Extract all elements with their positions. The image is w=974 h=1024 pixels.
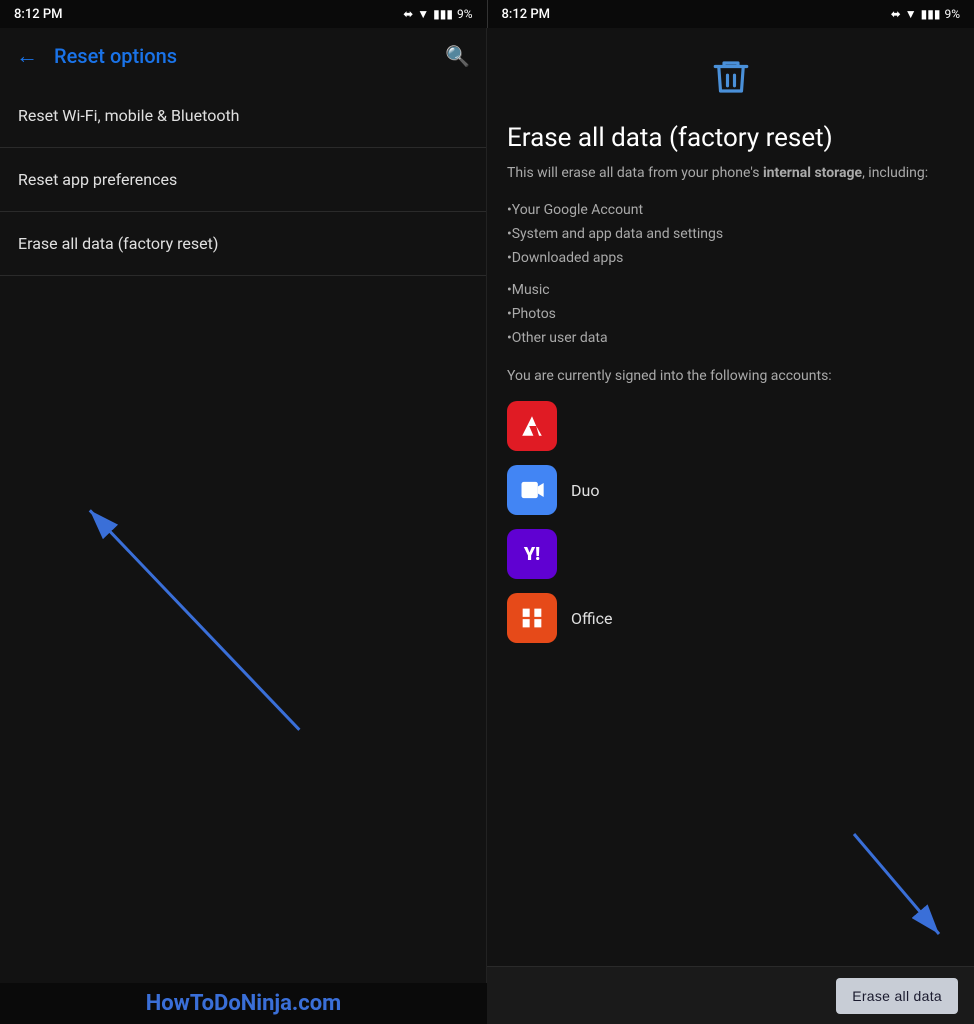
- data-item-apps: •Downloaded apps: [507, 246, 954, 270]
- search-button[interactable]: 🔍: [445, 44, 470, 68]
- adobe-icon: [507, 401, 557, 451]
- bluetooth-icon: ⬌︎: [403, 7, 413, 21]
- panel-title: Reset options: [54, 44, 445, 68]
- duo-icon: [507, 465, 557, 515]
- erase-desc-bold: internal storage: [763, 165, 862, 181]
- yahoo-letter: Y!: [524, 544, 540, 565]
- menu-item-wifi[interactable]: Reset Wi-Fi, mobile & Bluetooth: [0, 84, 486, 148]
- data-item-music: •Music: [507, 278, 954, 302]
- watermark-left: HowToDoNinja.com: [0, 983, 487, 1024]
- battery-right: 9%: [944, 7, 960, 21]
- duo-label: Duo: [571, 481, 599, 500]
- back-button[interactable]: ←: [16, 43, 38, 69]
- signal-icon: ▮▮▮: [433, 7, 453, 21]
- app-row-yahoo: Y!: [507, 529, 954, 579]
- office-icon: [507, 593, 557, 643]
- time-right: 8:12 PM: [502, 7, 551, 22]
- signal-icon-r: ▮▮▮: [921, 7, 941, 21]
- erase-desc-text2: , including:: [862, 165, 928, 181]
- erase-description: This will erase all data from your phone…: [507, 163, 954, 184]
- status-icons-left: ⬌︎ ▼ ▮▮▮ 9%: [403, 7, 472, 21]
- bluetooth-icon-r: ⬌︎: [891, 7, 901, 21]
- signed-in-text: You are currently signed into the follow…: [507, 366, 954, 387]
- data-items-list: •Your Google Account •System and app dat…: [507, 198, 954, 350]
- left-panel: ← Reset options 🔍 Reset Wi-Fi, mobile & …: [0, 28, 487, 1024]
- app-row-adobe: [507, 401, 954, 451]
- time-left: 8:12 PM: [14, 7, 63, 22]
- panel-header: ← Reset options 🔍: [0, 28, 486, 84]
- data-item-system: •System and app data and settings: [507, 222, 954, 246]
- wifi-icon: ▼: [417, 7, 429, 21]
- menu-item-app-prefs[interactable]: Reset app preferences: [0, 148, 486, 212]
- trash-icon-container: [507, 56, 954, 107]
- wifi-icon-r: ▼: [905, 7, 917, 21]
- bottom-action-bar: Erase all data: [487, 966, 974, 1024]
- status-bar: 8:12 PM ⬌︎ ▼ ▮▮▮ 9% 8:12 PM ⬌︎ ▼ ▮▮▮ 9%: [0, 0, 974, 28]
- right-content: Erase all data (factory reset) This will…: [487, 28, 974, 966]
- arrow-annotation-left: [0, 276, 486, 1024]
- status-bar-right: 8:12 PM ⬌︎ ▼ ▮▮▮ 9%: [488, 0, 974, 28]
- erase-all-data-button[interactable]: Erase all data: [836, 978, 958, 1014]
- battery-left: 9%: [457, 7, 473, 21]
- data-item-other: •Other user data: [507, 326, 954, 350]
- app-row-duo: Duo: [507, 465, 954, 515]
- status-icons-right: ⬌︎ ▼ ▮▮▮ 9%: [891, 7, 960, 21]
- watermark-text: HowToDoNinja.com: [146, 991, 342, 1016]
- app-row-office: Office: [507, 593, 954, 643]
- data-item-google: •Your Google Account: [507, 198, 954, 222]
- office-label: Office: [571, 609, 613, 628]
- yahoo-icon: Y!: [507, 529, 557, 579]
- menu-item-factory-reset[interactable]: Erase all data (factory reset): [0, 212, 486, 276]
- erase-title: Erase all data (factory reset): [507, 123, 954, 153]
- trash-icon: [710, 65, 752, 107]
- erase-desc-text1: This will erase all data from your phone…: [507, 165, 763, 181]
- data-item-photos: •Photos: [507, 302, 954, 326]
- main-content: ← Reset options 🔍 Reset Wi-Fi, mobile & …: [0, 28, 974, 1024]
- status-bar-left: 8:12 PM ⬌︎ ▼ ▮▮▮ 9%: [0, 0, 487, 28]
- right-panel: Erase all data (factory reset) This will…: [487, 28, 974, 1024]
